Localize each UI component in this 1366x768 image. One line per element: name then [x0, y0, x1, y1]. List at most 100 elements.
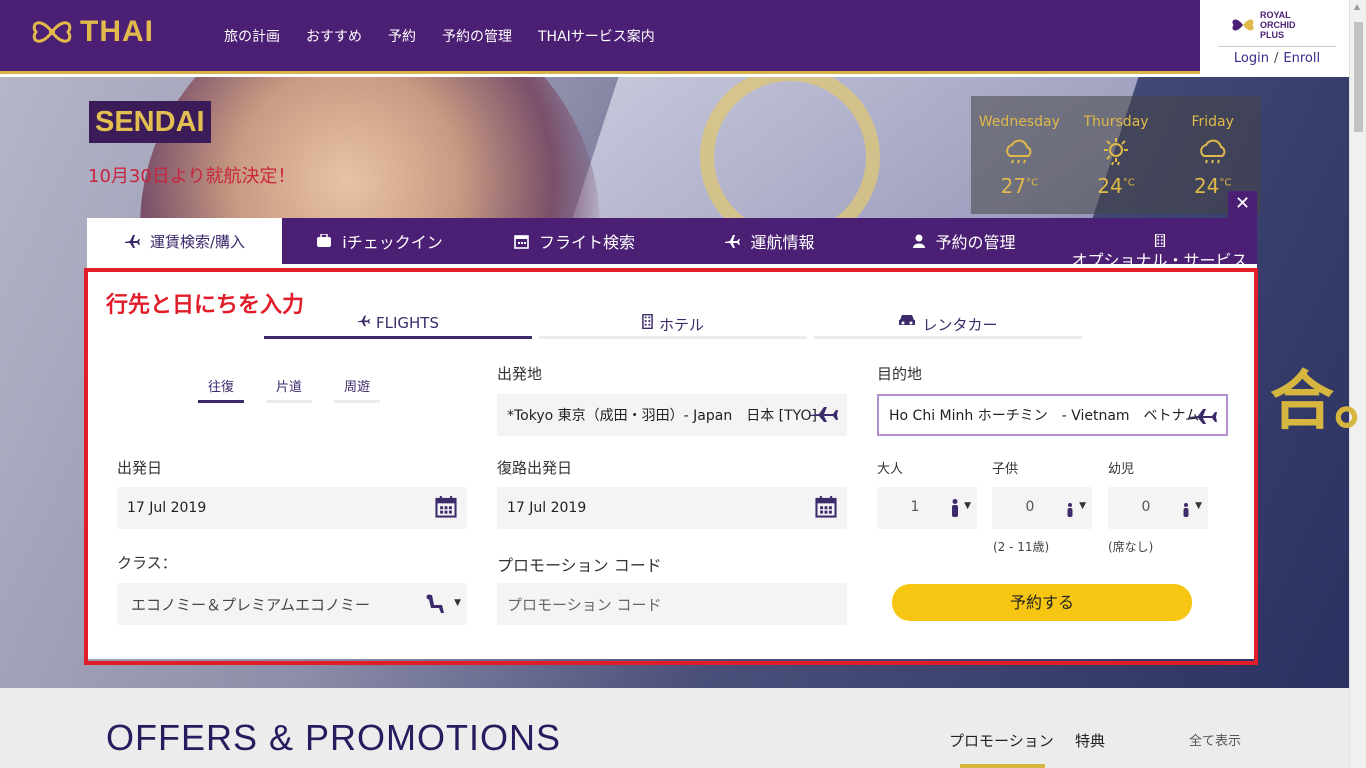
child-icon [1067, 503, 1073, 517]
infant-count-select[interactable]: 0 ▼ [1108, 487, 1208, 529]
weather-day: Wednesday 27°C [971, 96, 1068, 214]
depart-date-field[interactable]: 17 Jul 2019 [117, 487, 467, 529]
tab-flight-status[interactable]: 運航情報 [672, 218, 867, 264]
rop-line2: ORCHID [1260, 20, 1296, 30]
weather-temperature: 24°C [1097, 174, 1135, 198]
infant-seat-note: (席なし) [1108, 540, 1154, 554]
link-separator: / [1273, 51, 1279, 66]
calendar-icon[interactable] [815, 496, 837, 518]
nav-trip-planning[interactable]: 旅の計画 [224, 26, 280, 46]
destination-value: Ho Chi Minh ホーチミン - Vietnam ベトナム [889, 408, 1200, 424]
return-date-label: 復路出発日 [497, 459, 573, 477]
subtab-car-rental-label: レンタカー [922, 316, 998, 334]
hero-subtitle: 10月30日より就航決定！ [88, 166, 296, 187]
login-enroll-links: Login / Enroll [1218, 46, 1336, 66]
cabin-class-label: クラス： [117, 554, 177, 572]
destination-label: 目的地 [877, 365, 923, 383]
hero-title: SENDAI [89, 101, 211, 143]
orchid-logo-icon [32, 21, 72, 43]
top-navigation-bar: THAI 旅の計画 おすすめ 予約 予約の管理 THAIサービス案内 ROYAL… [0, 0, 1366, 74]
depart-date-value: 17 Jul 2019 [127, 500, 207, 516]
calendar-icon[interactable] [435, 496, 457, 518]
child-label: 子供 [992, 462, 1019, 477]
calendar-icon [514, 234, 529, 249]
tab-flight-status-label: 運航情報 [750, 233, 815, 252]
origin-field[interactable]: *Tokyo 東京（成田・羽田）- Japan 日本 [TYO] [497, 394, 847, 436]
subtab-hotel-label: ホテル [658, 316, 704, 334]
promo-code-placeholder: プロモーション コード [507, 595, 662, 614]
tab-fare-search-label: 運賃検索/購入 [149, 232, 246, 251]
infant-label: 幼児 [1108, 462, 1135, 477]
thai-logo[interactable]: THAI [30, 14, 154, 50]
weather-day-name: Friday [1191, 114, 1234, 130]
chevron-down-icon: ▼ [454, 598, 461, 608]
subtab-hotel[interactable]: ホテル [539, 314, 807, 339]
chevron-down-icon: ▼ [1195, 501, 1202, 511]
offers-tab-benefits[interactable]: 特典 [1075, 730, 1105, 751]
adult-label: 大人 [877, 462, 904, 477]
weather-widget: Wednesday 27°C Thursday 24°C Friday 24°C [971, 96, 1261, 214]
trip-one-way[interactable]: 片道 [266, 376, 313, 403]
destination-field[interactable]: Ho Chi Minh ホーチミン - Vietnam ベトナム [877, 394, 1228, 436]
scroll-up-arrow-icon[interactable]: ▲ [1354, 2, 1360, 11]
child-count-value: 0 [1025, 499, 1035, 515]
person-icon [952, 499, 958, 517]
view-all-link[interactable]: 全て表示 [1189, 730, 1241, 749]
infant-icon [1183, 503, 1189, 517]
trip-multi-city[interactable]: 周遊 [334, 376, 381, 403]
departure-plane-icon [810, 407, 838, 422]
weather-day: Thursday 24°C [1068, 96, 1165, 214]
nav-recommended[interactable]: おすすめ [306, 26, 362, 46]
promo-code-label: プロモーション コード [497, 556, 662, 575]
tab-flight-search-label: フライト検索 [538, 233, 635, 252]
adult-count-select[interactable]: 1 ▼ [877, 487, 977, 529]
enroll-link[interactable]: Enroll [1283, 51, 1320, 66]
tab-manage-booking-label: 予約の管理 [935, 233, 1016, 252]
tab-fare-search[interactable]: 運賃検索/購入 [87, 218, 282, 264]
nav-thai-services[interactable]: THAIサービス案内 [538, 26, 655, 46]
rain-cloud-icon [1164, 136, 1261, 172]
offers-active-underline [960, 764, 1045, 768]
cabin-class-select[interactable]: エコノミー＆プレミアムエコノミー ▼ [117, 583, 467, 625]
weather-day-name: Wednesday [978, 114, 1060, 130]
main-nav: 旅の計画 おすすめ 予約 予約の管理 THAIサービス案内 [224, 26, 655, 46]
trip-round-trip[interactable]: 往復 [198, 376, 245, 403]
weather-temperature: 27°C [1000, 174, 1039, 198]
chevron-down-icon: ▼ [964, 501, 971, 511]
book-button[interactable]: 予約する [892, 584, 1192, 621]
child-count-select[interactable]: 0 ▼ [992, 487, 1092, 529]
promo-code-input[interactable]: プロモーション コード [497, 583, 847, 625]
user-icon [913, 234, 926, 248]
tab-checkin-label: iチェックイン [342, 233, 443, 252]
return-date-field[interactable]: 17 Jul 2019 [497, 487, 847, 529]
return-date-value: 17 Jul 2019 [507, 500, 587, 516]
orchid-small-icon [1232, 19, 1254, 31]
hero-decorative-text: 合。 [1270, 365, 1366, 439]
weather-day-name: Thursday [1083, 114, 1149, 130]
cabin-class-value: エコノミー＆プレミアムエコノミー [131, 595, 370, 614]
plane-status-icon [725, 235, 741, 248]
sun-cloud-rain-icon [1068, 136, 1165, 172]
rop-line3: PLUS [1260, 30, 1285, 40]
building-icon [642, 314, 653, 329]
tab-manage-booking[interactable]: 予約の管理 [867, 218, 1062, 264]
subtab-car-rental[interactable]: レンタカー [814, 314, 1082, 339]
scroll-thumb[interactable] [1354, 22, 1363, 132]
login-link[interactable]: Login [1234, 51, 1269, 66]
nav-manage-booking[interactable]: 予約の管理 [442, 26, 512, 46]
brand-name: THAI [80, 15, 154, 48]
child-age-note: (2 - 11歳) [993, 540, 1050, 554]
tab-flight-search[interactable]: フライト検索 [477, 218, 672, 264]
offers-tab-promotion[interactable]: プロモーション [949, 730, 1054, 751]
plane-icon [124, 235, 140, 248]
seat-icon [426, 594, 444, 613]
subtab-flights[interactable]: FLIGHTS [264, 314, 532, 339]
royal-orchid-plus-logo: ROYAL ORCHID PLUS [1230, 10, 1296, 40]
chevron-down-icon: ▼ [1079, 501, 1086, 511]
arrival-plane-icon [1189, 409, 1217, 424]
origin-value: *Tokyo 東京（成田・羽田）- Japan 日本 [TYO] [507, 408, 817, 424]
close-button[interactable]: ✕ [1228, 191, 1257, 218]
tab-checkin[interactable]: iチェックイン [282, 218, 477, 264]
nav-booking[interactable]: 予約 [388, 26, 416, 46]
building-icon [1154, 234, 1165, 247]
